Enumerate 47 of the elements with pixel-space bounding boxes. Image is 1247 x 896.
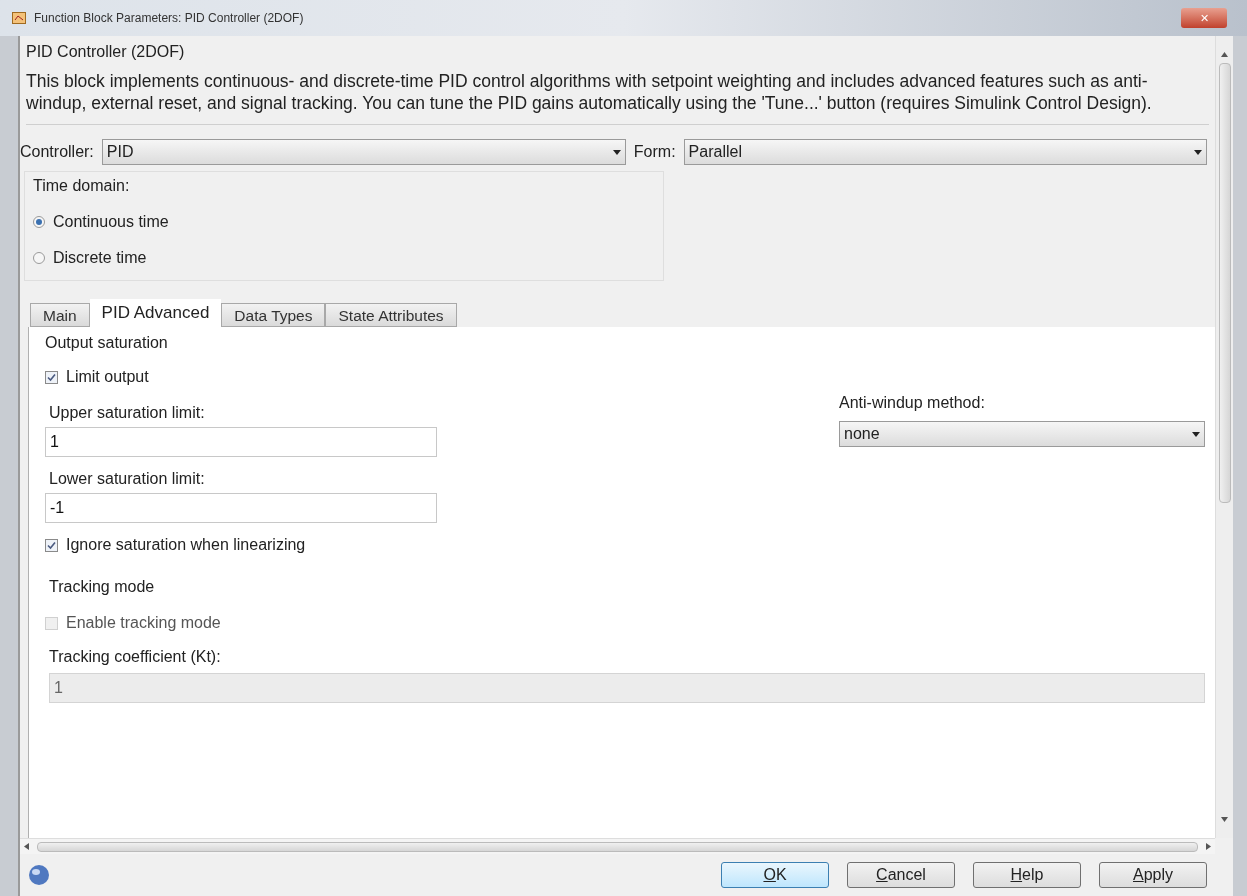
dialog-button[interactable]: Apply [1099,862,1207,888]
horizontal-scrollbar[interactable] [20,838,1215,854]
radio-button[interactable] [33,252,45,264]
window-title: Function Block Parameters: PID Controller (2DOF) [34,10,305,27]
radio-label: Continuous time [53,212,169,232]
dropdown-arrow-icon [612,149,621,155]
checkbox-label: Limit output [66,367,149,387]
input-field[interactable]: 1 [45,427,437,457]
scroll-down-icon [1221,817,1228,822]
field-label: Anti-windup method: [839,393,986,413]
vertical-scrollbar[interactable] [1215,36,1233,838]
checkbox[interactable] [45,370,58,384]
dialog-button[interactable]: Help [973,862,1081,888]
tab[interactable]: State Attributes [325,303,457,327]
dropdown[interactable]: none [839,421,1205,447]
dialog-button[interactable]: OK [721,862,829,888]
tab[interactable]: PID Advanced [89,299,222,327]
radio-button[interactable] [33,216,45,228]
dropdown[interactable]: Parallel [683,139,1207,165]
dropdown[interactable]: PID [101,139,626,165]
block-title: PID Controller (2DOF) [26,42,186,62]
radio-label: Discrete time [53,248,147,268]
dialog-button[interactable]: Cancel [847,862,955,888]
block-icon [12,12,26,24]
group-title: Time domain: [33,176,131,196]
scroll-up-icon [1221,52,1228,57]
checkbox-label: Enable tracking mode [66,613,221,633]
checkmark-icon [47,372,56,382]
dropdown-arrow-icon [1194,149,1202,155]
scroll-left-icon [24,843,29,850]
tab[interactable]: Main [30,303,90,327]
help-globe-icon[interactable] [28,864,50,886]
input-field[interactable]: -1 [45,493,437,523]
tab[interactable]: Data Types [221,303,326,327]
scroll-right-icon [1206,843,1211,850]
section-heading: Output saturation [45,333,169,353]
form-label: Form: [633,142,676,162]
controller-label: Controller: [20,142,94,162]
section-heading: Tracking mode [49,577,156,597]
checkbox-label: Ignore saturation when linearizing [66,535,306,555]
block-description: This block implements continuous- and discrete-time PID control algorithms with setpoint weighting and includes advanced features such as anti-windup, external reset, and signal tracking. You can tune the PID gains automatically using the 'Tune...' button (requires Simulink Control Design). [26,70,1209,125]
field-label: Lower saturation limit: [49,469,206,489]
field-label: Upper saturation limit: [49,403,206,423]
checkmark-icon [47,540,56,550]
checkbox[interactable] [45,538,58,552]
dropdown-arrow-icon [1192,431,1200,437]
field-label: Tracking coefficient (Kt): [49,647,222,667]
